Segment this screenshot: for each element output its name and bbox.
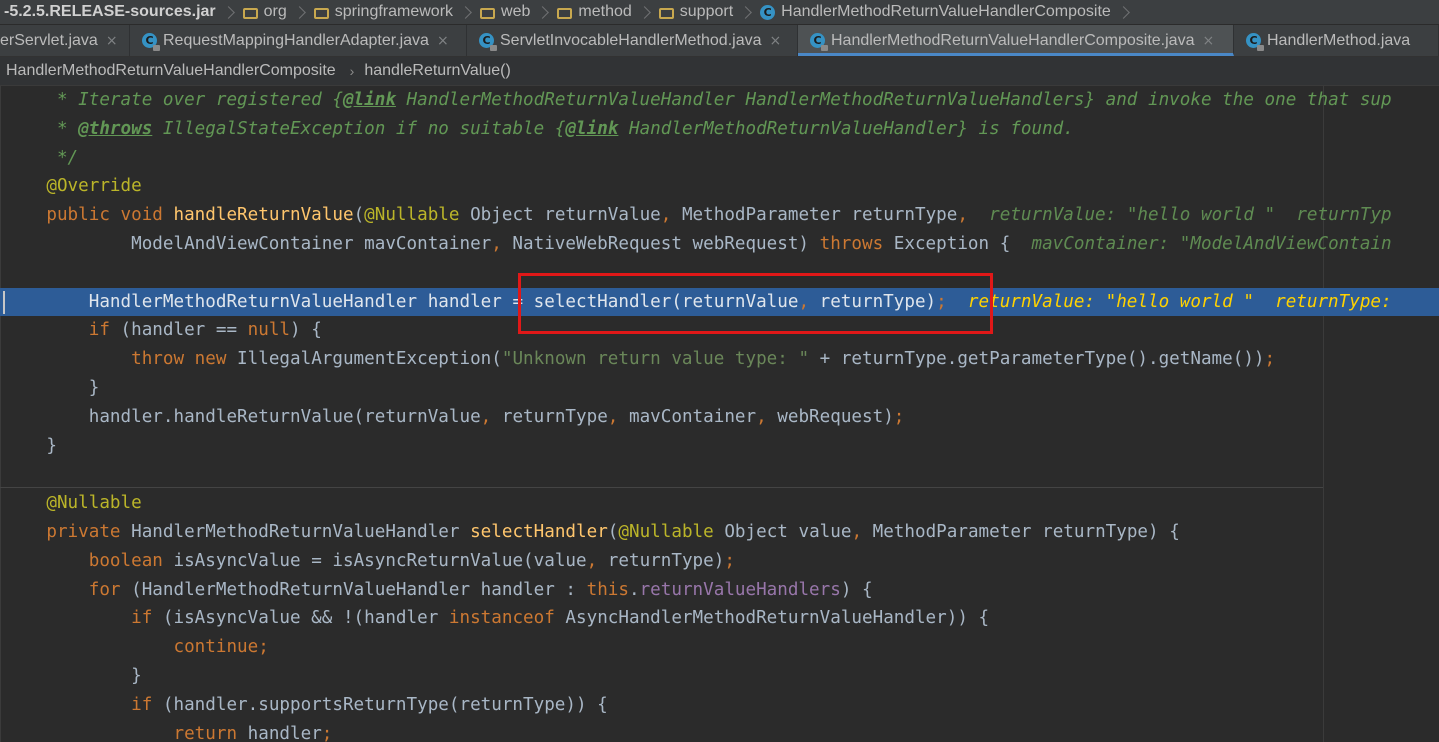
nav-crumb-org[interactable]: org [239, 0, 310, 24]
code-line: if (handler == null) { [88, 320, 322, 341]
class-icon: C [479, 33, 497, 51]
nav-crumb-label: web [501, 3, 531, 20]
class-icon: C [810, 33, 828, 51]
code-line: return handler; [173, 723, 333, 742]
code-line: public void handleReturnValue(@Nullable … [46, 205, 1392, 226]
nav-crumb-method[interactable]: method [553, 0, 654, 24]
code-line: } [131, 666, 142, 686]
class-icon: C [142, 33, 160, 51]
code-line: for (HandlerMethodReturnValueHandler han… [88, 579, 873, 600]
tab-label: HandlerMethod.java [1267, 31, 1411, 49]
breadcrumb-class[interactable]: HandlerMethodReturnValueHandlerComposite [0, 62, 336, 80]
tab-label: HandlerMethodReturnValueHandlerComposite… [831, 31, 1195, 49]
editor-tab-bar: erServlet.java × C RequestMappingHandler… [0, 25, 1439, 57]
lock-icon [1257, 45, 1264, 51]
tab-servlet-invocable-handler-method[interactable]: C ServletInvocableHandlerMethod.java × [467, 25, 798, 56]
breadcrumb-method[interactable]: handleReturnValue() [364, 62, 510, 80]
nav-crumb-label: org [263, 3, 287, 20]
tab-handler-method-return-value-handler-composite[interactable]: C HandlerMethodReturnValueHandlerComposi… [798, 25, 1234, 56]
code-line: * @throws IllegalStateException if no su… [46, 118, 1074, 139]
chevron-right-icon [221, 5, 235, 19]
nav-crumb-web[interactable]: web [476, 0, 553, 24]
tab-request-mapping-handler-adapter[interactable]: C RequestMappingHandlerAdapter.java × [130, 25, 467, 56]
lock-icon [153, 45, 160, 51]
tab-label: ServletInvocableHandlerMethod.java [500, 31, 762, 49]
class-icon: C [760, 4, 776, 20]
breadcrumb-separator: › [349, 63, 355, 79]
navigation-bar: -5.2.5.RELEASE-sources.jar org springfra… [0, 0, 1439, 25]
code-line: throw new IllegalArgumentException("Unkn… [131, 349, 1276, 370]
inline-debug-value: returnValue: "hello world " returnType: [946, 291, 1392, 312]
nav-crumb-jar-label: -5.2.5.RELEASE-sources.jar [4, 3, 216, 20]
tab-label: RequestMappingHandlerAdapter.java [163, 31, 429, 49]
chevron-right-icon [459, 5, 472, 19]
close-icon[interactable]: × [769, 33, 781, 49]
code-line: if (handler.supportsReturnType(returnTyp… [131, 694, 608, 715]
chevron-right-icon [1116, 5, 1130, 19]
lock-icon [490, 45, 497, 51]
tab-dispatcher-servlet[interactable]: erServlet.java × [0, 25, 130, 56]
code-line: @Override [46, 176, 142, 197]
method-separator [0, 487, 1323, 488]
folder-icon [480, 7, 496, 19]
nav-crumb-label: HandlerMethodReturnValueHandlerComposite [781, 3, 1111, 20]
close-icon[interactable]: × [106, 33, 118, 49]
nav-crumb-label: method [578, 3, 632, 20]
inline-debug-value: mavContainer: "ModelAndViewContain [1010, 234, 1392, 254]
nav-crumb-jar[interactable]: -5.2.5.RELEASE-sources.jar [0, 0, 239, 24]
code-line: * Iterate over registered {@link Handler… [46, 90, 1392, 110]
inline-debug-value: returnValue: "hello world " returnTyp [967, 205, 1392, 226]
nav-crumb-label: support [679, 3, 734, 20]
structure-breadcrumb: HandlerMethodReturnValueHandlerComposite… [0, 57, 1439, 86]
nav-crumb-label: springframework [334, 3, 454, 20]
nav-crumb-class[interactable]: C HandlerMethodReturnValueHandlerComposi… [756, 0, 1134, 24]
chevron-right-icon [536, 5, 550, 19]
folder-icon [557, 7, 573, 19]
nav-crumb-support[interactable]: support [655, 0, 756, 24]
code-line: if (isAsyncValue && !(handler instanceof… [131, 608, 990, 629]
chevron-right-icon [292, 5, 306, 19]
tab-handler-method[interactable]: C HandlerMethod.java [1234, 25, 1439, 56]
close-icon[interactable]: × [437, 33, 449, 49]
lock-icon [821, 45, 828, 51]
folder-icon [242, 7, 258, 19]
code-line: } [46, 435, 57, 456]
code-editor[interactable]: * Iterate over registered {@link Handler… [0, 86, 1439, 742]
chevron-right-icon [739, 5, 753, 19]
close-icon[interactable]: × [1202, 33, 1214, 49]
chevron-right-icon [637, 5, 651, 19]
code-line: private HandlerMethodReturnValueHandler … [46, 522, 1180, 542]
code-line: } [88, 378, 100, 398]
code-line: @Nullable [46, 493, 142, 514]
code-line: */ [46, 147, 79, 168]
tab-label: erServlet.java [0, 31, 98, 49]
code-line: ModelAndViewContainer mavContainer, Nati… [131, 234, 1392, 254]
nav-crumb-springframework[interactable]: springframework [310, 0, 476, 24]
code-line: handler.handleReturnValue(returnValue, r… [88, 406, 905, 427]
class-icon: C [1246, 33, 1264, 51]
code-line: continue; [173, 637, 269, 658]
current-execution-line: HandlerMethodReturnValueHandler handler … [0, 287, 1439, 317]
folder-icon [658, 7, 674, 19]
code-line: boolean isAsyncValue = isAsyncReturnValu… [88, 550, 735, 571]
folder-icon [313, 7, 329, 19]
